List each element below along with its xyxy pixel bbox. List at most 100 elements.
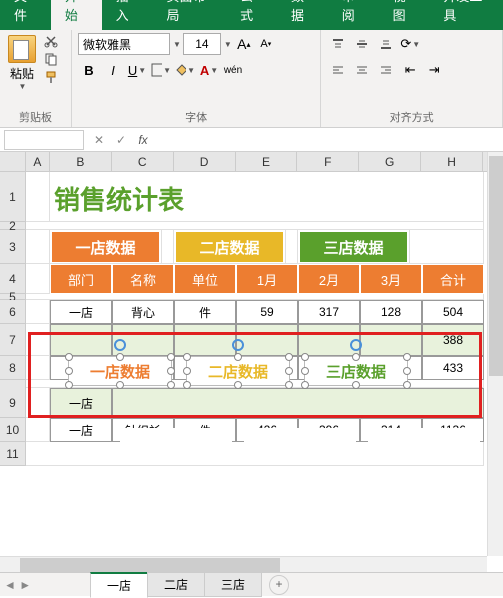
- row-header[interactable]: 11: [0, 442, 26, 466]
- align-left-button[interactable]: [327, 59, 349, 81]
- align-right-button[interactable]: [375, 59, 397, 81]
- cancel-formula-button[interactable]: ✕: [88, 133, 110, 147]
- align-bottom-button[interactable]: [375, 33, 397, 55]
- sheet-tab[interactable]: 二店: [147, 572, 205, 597]
- border-button[interactable]: ▼: [150, 59, 172, 81]
- float-shape2-shop3[interactable]: 三店数据: [368, 428, 480, 458]
- decrease-font-button[interactable]: A▾: [256, 33, 276, 55]
- table-cell[interactable]: 一店: [50, 418, 112, 442]
- row-header[interactable]: 3: [0, 230, 26, 264]
- font-color-button[interactable]: A▼: [198, 59, 220, 81]
- table-cell[interactable]: 背心: [112, 300, 174, 324]
- shop3-button[interactable]: 三店数据: [300, 232, 407, 262]
- tab-data[interactable]: 数据: [277, 0, 328, 30]
- row-header[interactable]: 6: [0, 300, 26, 324]
- chevron-down-icon[interactable]: ▼: [224, 40, 232, 49]
- col-header[interactable]: G: [359, 152, 421, 171]
- orientation-button[interactable]: ⟳▼: [399, 33, 421, 55]
- phonetic-button[interactable]: wén: [222, 59, 244, 81]
- tab-home[interactable]: 开始: [51, 0, 102, 30]
- paste-button[interactable]: 粘贴 ▼: [6, 33, 38, 91]
- row-header[interactable]: 7: [0, 324, 26, 356]
- table-cell[interactable]: 一店: [50, 388, 112, 418]
- row-header[interactable]: 8: [0, 356, 26, 380]
- horizontal-scrollbar[interactable]: [0, 556, 487, 572]
- col-header[interactable]: C: [112, 152, 174, 171]
- align-top-button[interactable]: [327, 33, 349, 55]
- table-cell[interactable]: 504: [422, 300, 484, 324]
- name-box[interactable]: [4, 130, 84, 150]
- float-shape-shop2[interactable]: 二店数据: [186, 356, 290, 386]
- row-header[interactable]: 10: [0, 418, 26, 442]
- table-cell[interactable]: 一店: [50, 300, 112, 324]
- table-cell[interactable]: [50, 324, 112, 356]
- font-size-select[interactable]: [183, 33, 221, 55]
- rotate-handle-icon[interactable]: [232, 339, 244, 351]
- chevron-down-icon[interactable]: ▼: [173, 40, 181, 49]
- table-cell[interactable]: 433: [422, 356, 484, 380]
- align-middle-button[interactable]: [351, 33, 373, 55]
- table-cell[interactable]: 128: [360, 300, 422, 324]
- tab-file[interactable]: 文件: [0, 0, 51, 30]
- formula-input[interactable]: [154, 130, 503, 150]
- fx-button[interactable]: fx: [132, 133, 154, 147]
- table-header[interactable]: 1月: [236, 264, 298, 294]
- sheet-title[interactable]: 销售统计表: [50, 172, 484, 222]
- table-header[interactable]: 2月: [298, 264, 360, 294]
- float-shape2-shop2[interactable]: 二店数据: [244, 428, 356, 458]
- table-cell[interactable]: 件: [174, 300, 236, 324]
- float-shape2-shop1[interactable]: 一店数据: [120, 428, 232, 458]
- select-all-corner[interactable]: [0, 152, 26, 171]
- table-header[interactable]: 3月: [360, 264, 422, 294]
- format-painter-button[interactable]: [42, 69, 60, 85]
- align-center-button[interactable]: [351, 59, 373, 81]
- tab-formula[interactable]: 公式: [226, 0, 277, 30]
- tab-view[interactable]: 视图: [379, 0, 430, 30]
- col-header[interactable]: F: [297, 152, 359, 171]
- col-header[interactable]: D: [174, 152, 236, 171]
- vertical-scrollbar[interactable]: [487, 152, 503, 556]
- float-shape-shop3[interactable]: 三店数据: [304, 356, 408, 386]
- rotate-handle-icon[interactable]: [114, 339, 126, 351]
- sheet-nav[interactable]: ◄ ►: [4, 578, 31, 592]
- font-name-select[interactable]: [78, 33, 170, 55]
- add-sheet-button[interactable]: +: [269, 575, 289, 595]
- table-cell[interactable]: 388: [422, 324, 484, 356]
- accept-formula-button[interactable]: ✓: [110, 133, 132, 147]
- tab-dev[interactable]: 开发工具: [429, 0, 503, 30]
- tab-insert[interactable]: 插入: [102, 0, 153, 30]
- table-header[interactable]: 部门: [50, 264, 112, 294]
- col-header[interactable]: E: [236, 152, 298, 171]
- col-header[interactable]: A: [26, 152, 50, 171]
- table-cell[interactable]: [174, 324, 236, 356]
- row-header[interactable]: 2: [0, 222, 26, 230]
- underline-button[interactable]: U▼: [126, 59, 148, 81]
- increase-indent-button[interactable]: ⇥: [423, 59, 445, 81]
- fill-color-button[interactable]: ▼: [174, 59, 196, 81]
- table-cell[interactable]: [112, 388, 484, 418]
- cut-button[interactable]: [42, 33, 60, 49]
- table-header[interactable]: 名称: [112, 264, 174, 294]
- row-header[interactable]: 1: [0, 172, 26, 222]
- decrease-indent-button[interactable]: ⇤: [399, 59, 421, 81]
- col-header[interactable]: H: [421, 152, 483, 171]
- tab-review[interactable]: 审阅: [328, 0, 379, 30]
- table-cell[interactable]: 59: [236, 300, 298, 324]
- table-cell[interactable]: [360, 324, 422, 356]
- rotate-handle-icon[interactable]: [350, 339, 362, 351]
- sheet-tab[interactable]: 一店: [90, 572, 148, 598]
- float-shape-shop1[interactable]: 一店数据: [68, 356, 172, 386]
- col-header[interactable]: B: [50, 152, 112, 171]
- table-cell[interactable]: 317: [298, 300, 360, 324]
- tab-layout[interactable]: 页面布局: [152, 0, 226, 30]
- shop2-button[interactable]: 二店数据: [176, 232, 283, 262]
- sheet-tab[interactable]: 三店: [204, 572, 262, 597]
- italic-button[interactable]: I: [102, 59, 124, 81]
- increase-font-button[interactable]: A▴: [234, 33, 254, 55]
- table-cell[interactable]: [236, 324, 298, 356]
- copy-button[interactable]: [42, 51, 60, 67]
- table-header[interactable]: 单位: [174, 264, 236, 294]
- shop1-button[interactable]: 一店数据: [52, 232, 159, 262]
- row-header[interactable]: 9: [0, 388, 26, 418]
- bold-button[interactable]: B: [78, 59, 100, 81]
